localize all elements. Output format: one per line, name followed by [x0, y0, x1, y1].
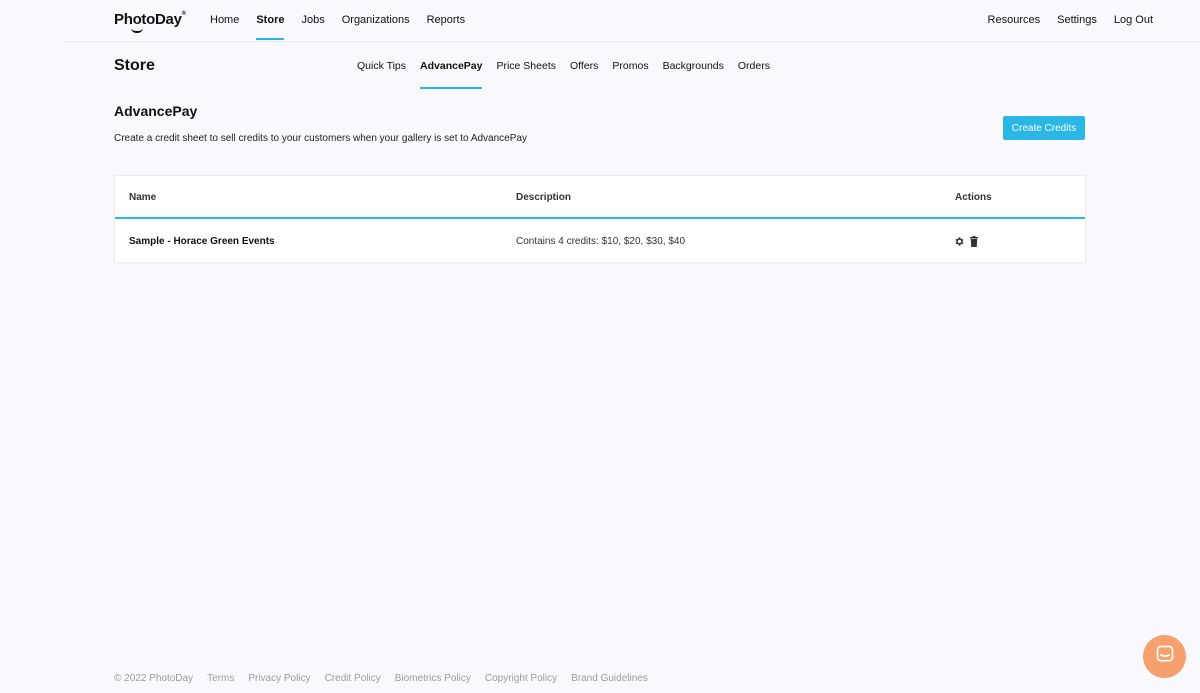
store-sub-nav: Quick Tips AdvancePay Price Sheets Offer… [357, 60, 784, 89]
row-actions [954, 236, 979, 247]
logo-smile [131, 28, 143, 33]
table-row: Sample - Horace Green Events Contains 4 … [115, 219, 1085, 263]
table-header: Name Description Actions [115, 176, 1085, 219]
tab-offers[interactable]: Offers [570, 60, 598, 89]
section-description: Create a credit sheet to sell credits to… [114, 133, 527, 144]
footer-link-privacy-policy[interactable]: Privacy Policy [248, 673, 310, 684]
main-nav: Home Store Jobs Organizations Reports [210, 14, 482, 40]
footer-link-credit-policy[interactable]: Credit Policy [325, 673, 381, 684]
footer: © 2022 PhotoDay Terms Privacy Policy Cre… [114, 673, 662, 684]
nav-logout[interactable]: Log Out [1114, 14, 1153, 26]
footer-link-terms[interactable]: Terms [207, 673, 234, 684]
nav-home[interactable]: Home [210, 14, 239, 40]
nav-resources[interactable]: Resources [988, 14, 1041, 26]
tab-orders[interactable]: Orders [738, 60, 770, 89]
logo-mark: ® [181, 11, 186, 17]
tab-promos[interactable]: Promos [612, 60, 648, 89]
create-credits-button[interactable]: Create Credits [1003, 116, 1085, 140]
footer-link-brand-guidelines[interactable]: Brand Guidelines [571, 673, 648, 684]
gear-icon[interactable] [954, 236, 965, 247]
photoday-logo[interactable]: PhotoDay® [114, 11, 186, 33]
logo-text: PhotoDay [114, 11, 182, 28]
chat-icon [1155, 644, 1175, 669]
nav-store[interactable]: Store [256, 14, 285, 40]
column-header-description: Description [516, 192, 572, 203]
nav-settings[interactable]: Settings [1057, 14, 1097, 26]
nav-organizations[interactable]: Organizations [342, 14, 410, 40]
top-navbar: PhotoDay® Home Store Jobs Organizations … [64, 0, 1200, 42]
credit-sheet-description: Contains 4 credits: $10, $20, $30, $40 [516, 236, 686, 247]
footer-link-copyright-policy[interactable]: Copyright Policy [485, 673, 557, 684]
footer-copyright: © 2022 PhotoDay [114, 673, 194, 684]
chat-launcher-button[interactable] [1143, 635, 1186, 678]
nav-jobs[interactable]: Jobs [301, 14, 324, 40]
credit-sheets-table: Name Description Actions Sample - Horace… [114, 175, 1086, 263]
tab-price-sheets[interactable]: Price Sheets [496, 60, 556, 89]
tab-advancepay[interactable]: AdvancePay [420, 60, 483, 89]
tab-quick-tips[interactable]: Quick Tips [357, 60, 406, 89]
account-nav: Resources Settings Log Out [971, 14, 1153, 26]
nav-reports[interactable]: Reports [427, 14, 466, 40]
footer-link-biometrics-policy[interactable]: Biometrics Policy [395, 673, 471, 684]
credit-sheet-name[interactable]: Sample - Horace Green Events [129, 236, 275, 247]
column-header-actions: Actions [955, 192, 992, 203]
column-header-name: Name [129, 192, 157, 203]
tab-backgrounds[interactable]: Backgrounds [663, 60, 724, 89]
section-title: AdvancePay [114, 103, 198, 119]
trash-icon[interactable] [969, 236, 979, 247]
page-title: Store [114, 57, 155, 74]
